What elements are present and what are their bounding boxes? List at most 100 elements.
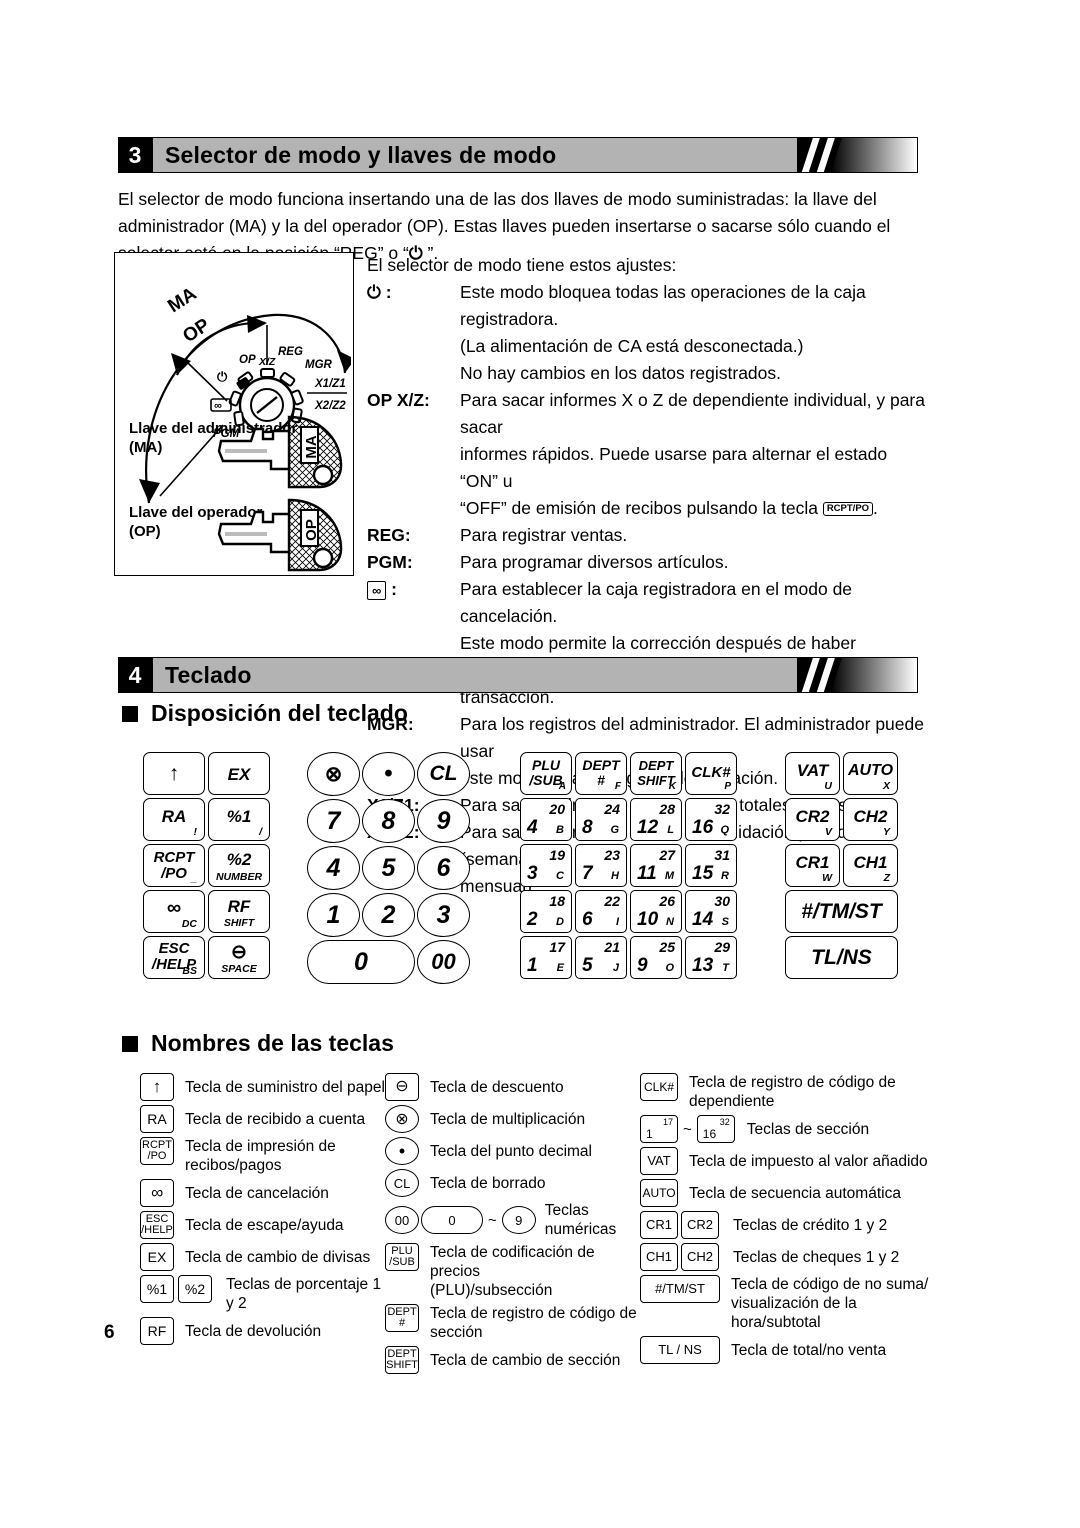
key-ch2[interactable]: CH2 Y [843,798,898,841]
key-dept-num[interactable]: DEPT # F [575,752,627,795]
key-dept-8[interactable]: 24 8 G [575,798,627,841]
key-discount-sub: SPACE [221,963,257,975]
list-item: 17 1 ~ 32 16 Teclas de sección [640,1115,950,1143]
void-icon: ∞ [140,1179,174,1207]
key-dept-12[interactable]: 28 12 L [630,798,682,841]
key-names-column-2: ⊖ Tecla de descuento ⊗ Tecla de multipli… [385,1073,640,1378]
key-dept-13-top: 29 [714,939,730,955]
list-item-label: Teclas de porcentaje 1y 2 [226,1276,382,1312]
key-auto[interactable]: AUTO X [843,752,898,795]
key-ex-label: EX [227,765,251,784]
key-dept-10[interactable]: 26 10 N [630,890,682,933]
dept-16-icon: 32 16 [696,1115,735,1143]
key-dept-12-top: 28 [659,801,675,817]
key-num-8[interactable]: 8 [362,799,415,843]
key-dept-5[interactable]: 21 5 J [575,936,627,979]
key-rcpt-po[interactable]: RCPT/PO _ [143,844,205,887]
key-cr1-label: CR1 [795,853,830,872]
subhead-key-names: Nombres de las teclas [122,1030,394,1057]
list-item-label: Teclas de crédito 1 y 2 [733,1216,888,1234]
key-ch1[interactable]: CH1 Z [843,844,898,887]
list-item: ∞ Tecla de cancelación [140,1179,390,1207]
key-vat[interactable]: VAT U [785,752,840,795]
key-cr1-letter: W [822,872,832,884]
key-rf-sub: SHIFT [223,917,255,929]
key-dept-15[interactable]: 31 15 R [685,844,737,887]
key-dept-6-top: 22 [604,893,620,909]
key-hash-tm-st[interactable]: #/TM/ST [785,890,898,933]
key-dept-16-num: 16 [692,817,714,838]
key-dept-3[interactable]: 19 3 C [520,844,572,887]
key-num-4[interactable]: 4 [307,846,360,890]
decimal-point-icon: • [385,1137,419,1165]
key-dept-1[interactable]: 17 1 E [520,936,572,979]
tilde-separator: ~ [683,1120,692,1138]
key-num-9[interactable]: 9 [417,799,470,843]
key-tl-ns-label: TL/NS [811,946,872,969]
list-item: • Tecla del punto decimal [385,1137,640,1165]
key-plu-sub[interactable]: PLU/SUB A [520,752,572,795]
key-ex[interactable]: EX [208,752,270,795]
key-discount[interactable]: ⊖ SPACE [208,936,270,979]
key-decimal-point[interactable]: • [362,752,415,796]
key-num-6[interactable]: 6 [417,846,470,890]
key-void[interactable]: ∞ DC [143,890,205,933]
key-num-1[interactable]: 1 [307,893,360,937]
key-dept-4[interactable]: 20 4 B [520,798,572,841]
key-ra-label: RA [161,807,187,826]
key-num-5[interactable]: 5 [362,846,415,890]
list-item-label: Tecla de registro de código de sección [430,1305,637,1341]
multiply-icon: ⊗ [385,1105,419,1133]
hash-tm-st-icon: #/TM/ST [640,1275,720,1303]
key-paper-feed-label: ↑ [168,762,180,785]
key-percent1[interactable]: %1 / [208,798,270,841]
key-plu-sub-letter: A [558,781,566,792]
key-clear[interactable]: CL [417,752,470,796]
key-num-7[interactable]: 7 [307,799,360,843]
key-cr1[interactable]: CR1 W [785,844,840,887]
list-item-label: Teclas de sección [746,1120,870,1138]
key-dept-9-top: 25 [659,939,675,955]
list-item: RF Tecla de devolución [140,1317,390,1345]
key-dept-11[interactable]: 27 11 M [630,844,682,887]
key-num-3[interactable]: 3 [417,893,470,937]
key-dept-6[interactable]: 22 6 I [575,890,627,933]
key-dept-11-letter: M [664,870,674,882]
key-dept-14[interactable]: 30 14 S [685,890,737,933]
list-item: ⊖ Tecla de descuento [385,1073,640,1101]
key-dept-1-num: 1 [527,955,538,976]
key-dept-9[interactable]: 25 9 O [630,936,682,979]
key-paper-feed[interactable]: ↑ [143,752,205,795]
key-ch1-label: CH1 [853,853,888,872]
key-dept-3-num: 3 [527,863,538,884]
key-clk-num[interactable]: CLK# P [685,752,737,795]
paper-feed-icon: ↑ [140,1073,174,1101]
key-percent2[interactable]: %2 NUMBER [208,844,270,887]
key-num-2[interactable]: 2 [362,893,415,937]
key-esc-help[interactable]: ESC/HELP BS [143,936,205,979]
key-dept-7[interactable]: 23 7 H [575,844,627,887]
auto-icon: AUTO [640,1179,678,1207]
key-dept-shift[interactable]: DEPT SHIFT K [630,752,682,795]
key-dept-16[interactable]: 32 16 Q [685,798,737,841]
rf-icon: RF [140,1317,174,1345]
key-names-column-3: CLK# Tecla de registro de código de depen… [640,1073,950,1368]
key-dept-2[interactable]: 18 2 D [520,890,572,933]
subhead-key-names-text: Nombres de las teclas [151,1030,394,1056]
list-item-label: Tecla de secuencia automática [689,1184,901,1202]
key-cr2-label: CR2 [795,807,830,826]
list-item: CL Tecla de borrado [385,1169,640,1197]
key-multiply[interactable]: ⊗ [307,752,360,796]
key-ra[interactable]: RA ! [143,798,205,841]
key-dept-16-top: 32 [714,801,730,817]
key-dept-14-num: 14 [692,909,714,930]
key-tl-ns[interactable]: TL/NS [785,936,898,979]
key-cr2[interactable]: CR2 V [785,798,840,841]
list-item: ⊗ Tecla de multiplicación [385,1105,640,1133]
key-vat-letter: U [824,780,832,792]
key-rf[interactable]: RF SHIFT [208,890,270,933]
key-num-0[interactable]: 0 [307,940,415,984]
list-item: CLK# Tecla de registro de código de depen… [640,1073,950,1111]
key-dept-13[interactable]: 29 13 T [685,936,737,979]
key-num-00[interactable]: 00 [417,940,470,984]
